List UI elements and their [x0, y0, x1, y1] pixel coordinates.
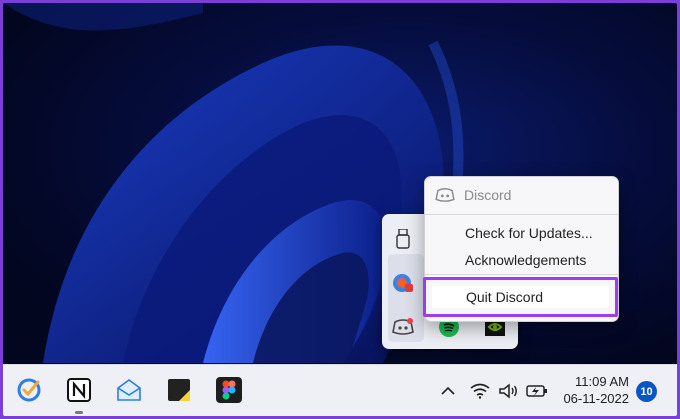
- check-for-updates-item[interactable]: Check for Updates...: [425, 220, 618, 246]
- clock[interactable]: 11:09 AM 06-11-2022: [559, 373, 629, 407]
- usb-drive-icon[interactable]: [391, 227, 415, 251]
- acknowledgements-item[interactable]: Acknowledgements: [425, 247, 618, 273]
- mail-app-icon[interactable]: [113, 374, 145, 406]
- quit-highlight-box: Quit Discord: [423, 277, 618, 317]
- volume-icon[interactable]: [497, 380, 519, 402]
- app-badge-icon[interactable]: [391, 271, 415, 295]
- chevron-up-icon[interactable]: [437, 380, 459, 402]
- discord-icon: [435, 187, 455, 203]
- context-menu-header: Discord: [425, 177, 618, 213]
- battery-charging-icon[interactable]: [526, 380, 548, 402]
- wifi-icon[interactable]: [469, 380, 491, 402]
- sticky-notes-app-icon[interactable]: [163, 374, 195, 406]
- clock-time: 11:09 AM: [575, 374, 629, 389]
- running-indicator: [75, 411, 83, 414]
- tasks-app-icon[interactable]: [13, 374, 45, 406]
- taskbar: 11:09 AM 06-11-2022 10: [3, 364, 677, 416]
- menu-divider: [425, 214, 618, 215]
- notion-app-icon[interactable]: [63, 374, 95, 406]
- figma-app-icon[interactable]: [213, 374, 245, 406]
- menu-divider: [425, 274, 618, 275]
- notification-badge[interactable]: 10: [636, 381, 657, 402]
- context-menu-title: Discord: [464, 187, 512, 203]
- discord-tray-icon[interactable]: [391, 315, 415, 339]
- quit-discord-item[interactable]: Quit Discord: [432, 286, 609, 308]
- clock-date: 06-11-2022: [563, 391, 629, 406]
- screenshot-frame: Discord Check for Updates... Acknowledge…: [3, 3, 677, 416]
